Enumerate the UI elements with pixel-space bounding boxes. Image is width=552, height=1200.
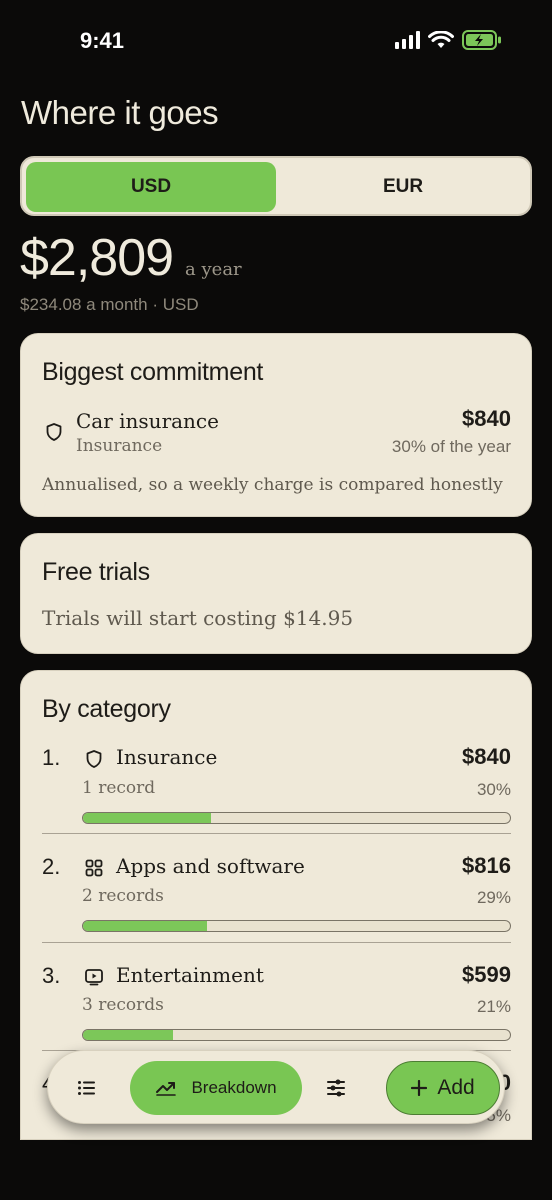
category-name: Entertainment (116, 963, 264, 987)
biggest-commitment-card[interactable]: Biggest commitment Car insurance Insuran… (20, 333, 532, 517)
plus-icon (411, 1080, 428, 1096)
shield-icon (86, 750, 102, 768)
battery-icon (462, 30, 501, 50)
sliders-icon (327, 1079, 345, 1097)
category-name: Insurance (116, 745, 218, 769)
commitment-amount: $840 (462, 406, 511, 431)
add-button[interactable]: Add (386, 1061, 500, 1115)
free-trials-card[interactable]: Free trials Trials will start costing $1… (20, 533, 532, 654)
category-amount: $840 (462, 744, 511, 769)
status-icons (395, 30, 502, 50)
category-percent: 21% (476, 997, 511, 1016)
category-records: 3 records (82, 995, 164, 1015)
category-records: 2 records (82, 886, 164, 906)
category-amount: $599 (462, 962, 511, 987)
category-percent: 29% (476, 888, 511, 907)
category-rank: 1. (42, 745, 61, 770)
currency-eur-button[interactable]: EUR (278, 162, 528, 212)
commitment-category: Insurance (76, 436, 163, 456)
currency-toggle: USD EUR (20, 156, 532, 216)
list-icon (78, 1081, 95, 1095)
add-button-label: Add (437, 1076, 475, 1099)
bottom-tab-bar: Breakdown Add (47, 1050, 505, 1124)
category-progress (82, 812, 511, 824)
progress-fill (83, 813, 212, 823)
apps-grid-icon (85, 859, 103, 877)
commitment-note: Annualised, so a weekly charge is compar… (42, 475, 503, 495)
monthly-total: $234.08 a month · USD (20, 295, 199, 314)
page-title: Where it goes (21, 94, 219, 131)
category-progress (82, 920, 511, 932)
category-rank: 3. (42, 963, 61, 988)
category-amount: $816 (462, 853, 511, 878)
tab-list[interactable] (62, 1061, 112, 1115)
commitment-name: Car insurance (76, 409, 219, 433)
divider (42, 942, 511, 943)
card-title: Free trials (42, 558, 150, 586)
category-name: Apps and software (116, 854, 305, 878)
card-title: Biggest commitment (42, 358, 264, 386)
divider (42, 833, 511, 834)
shield-icon (46, 423, 62, 441)
status-bar: 9:41 (0, 0, 552, 84)
progress-fill (83, 1030, 173, 1040)
tab-filters[interactable] (310, 1061, 362, 1115)
card-title: By category (42, 695, 171, 723)
wifi-icon (428, 30, 454, 48)
yearly-total: $2,809 a year (20, 228, 242, 288)
progress-fill (83, 921, 207, 931)
trials-note: Trials will start costing $14.95 (42, 606, 354, 630)
category-rank: 2. (42, 854, 61, 879)
total-amount: $2,809 (20, 229, 174, 287)
category-progress (82, 1029, 511, 1041)
tab-breakdown[interactable]: Breakdown (130, 1061, 302, 1115)
category-percent: 30% (476, 780, 511, 799)
category-records: 1 record (82, 778, 156, 798)
tab-breakdown-label: Breakdown (191, 1078, 277, 1097)
currency-usd-button[interactable]: USD (26, 162, 276, 212)
trend-up-icon (156, 1082, 177, 1096)
play-screen-icon (85, 969, 103, 986)
commitment-share: 30% of the year (391, 437, 511, 456)
status-time: 9:41 (80, 28, 125, 53)
total-period: a year (185, 259, 242, 280)
signal-icon (395, 31, 420, 49)
